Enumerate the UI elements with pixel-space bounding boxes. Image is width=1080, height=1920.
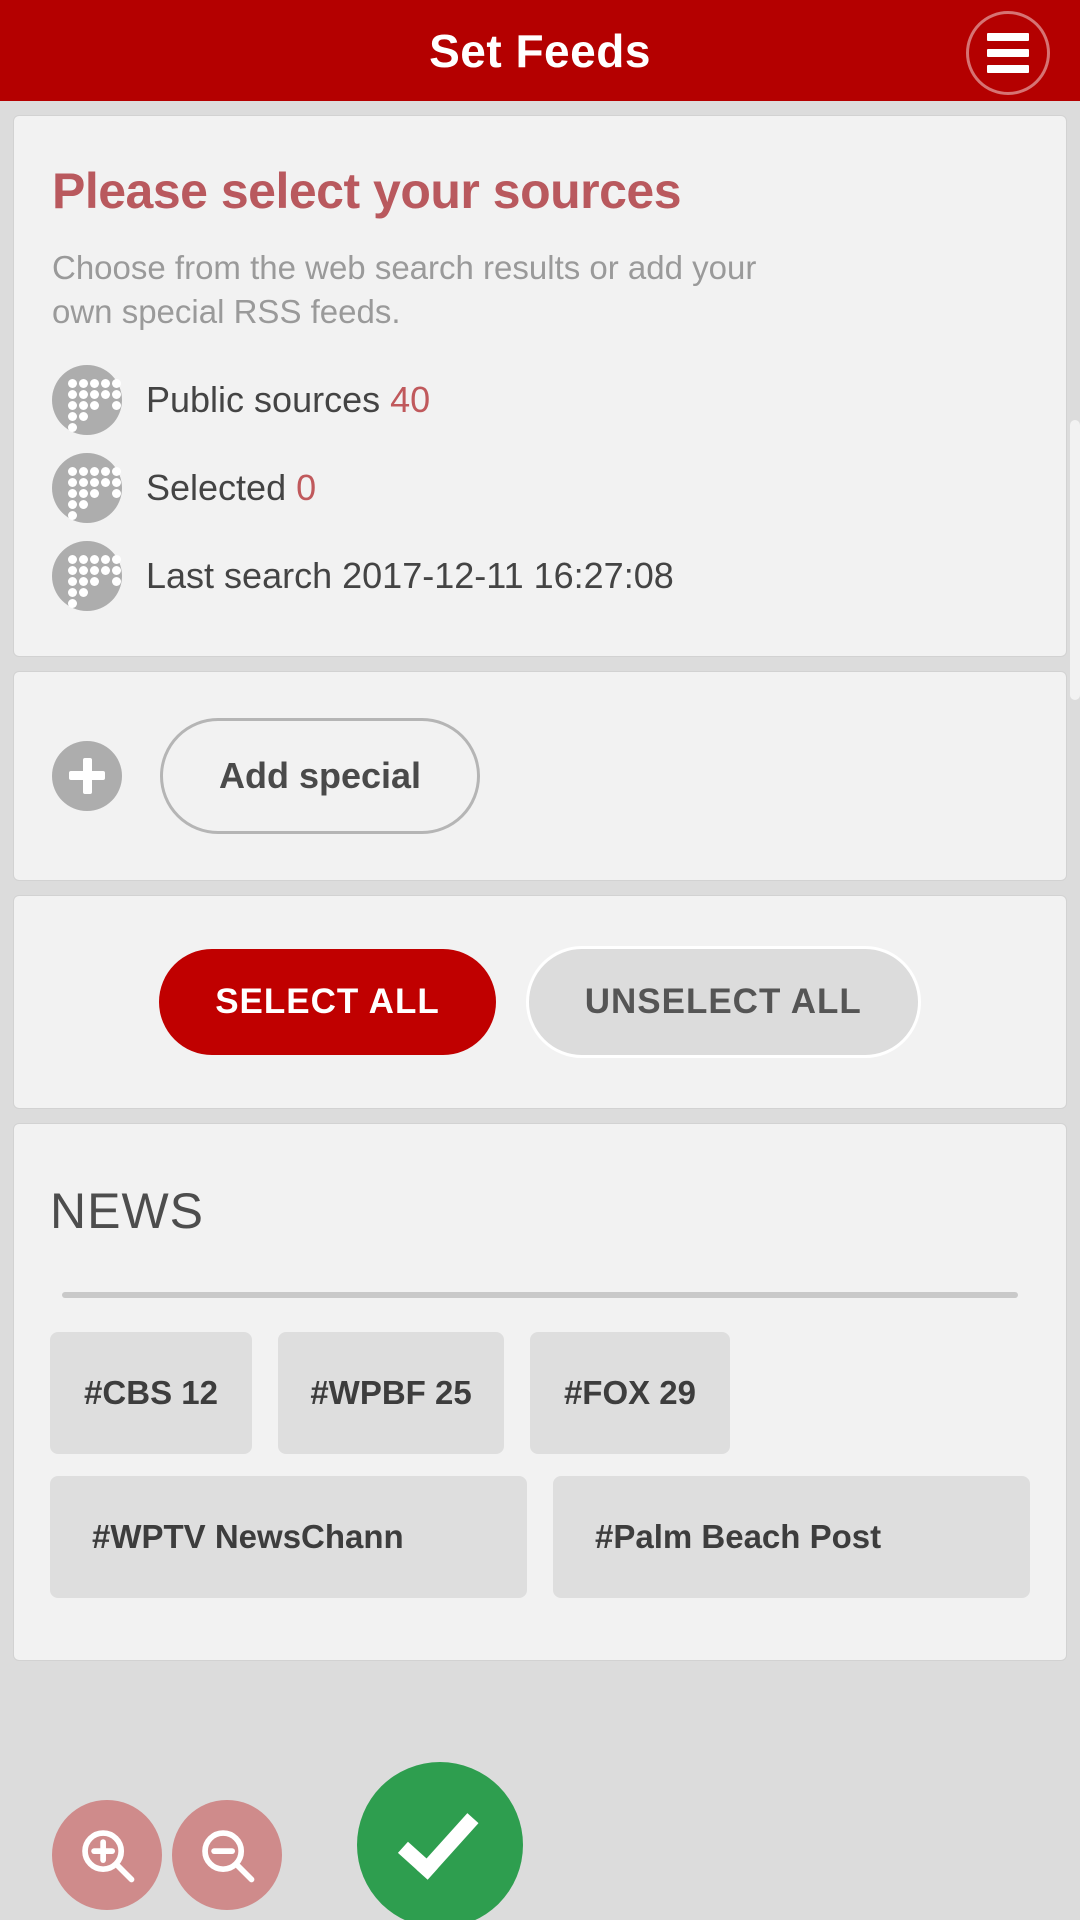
news-chip[interactable]: #CBS 12 [50, 1331, 252, 1454]
news-chip-row-1: #CBS 12 #WPBF 25 #FOX 29 [50, 1331, 1030, 1454]
sources-subtext: Choose from the web search results or ad… [52, 249, 757, 330]
section-divider [62, 1291, 1018, 1298]
dot-grid-icon [52, 452, 122, 523]
sources-card: Please select your sources Choose from t… [13, 115, 1067, 657]
info-row-label: Last search 2017-12-11 16:27:08 [146, 555, 674, 597]
news-section-title: NEWS [50, 1182, 204, 1239]
select-all-button[interactable]: SELECT ALL [159, 948, 496, 1055]
app-root: Set Feeds Please select your sources Cho… [0, 0, 1080, 1920]
menu-bar-3 [987, 65, 1029, 73]
news-chip[interactable]: #WPBF 25 [278, 1331, 504, 1454]
menu-bar-1 [987, 33, 1029, 41]
confirm-button[interactable] [357, 1762, 523, 1920]
zoom-out-magnifier-icon[interactable] [172, 1800, 282, 1910]
selected-label: Selected [146, 466, 287, 508]
info-row-public-sources[interactable]: Public sources 40 [52, 356, 1028, 444]
last-search-value: 2017-12-11 16:27:08 [342, 554, 674, 596]
page-title: Set Feeds [429, 24, 651, 77]
plus-icon[interactable] [52, 740, 122, 811]
hamburger-menu-icon[interactable] [966, 11, 1050, 95]
add-special-card: Add special [13, 670, 1067, 881]
zoom-in-magnifier-icon[interactable] [52, 1800, 162, 1910]
dot-grid-icon [52, 540, 122, 611]
info-row-label: Public sources 40 [146, 379, 430, 421]
last-search-label: Last search [146, 554, 333, 596]
news-card: NEWS #CBS 12 #WPBF 25 #FOX 29 #WPTV News… [13, 1122, 1067, 1661]
public-sources-value: 40 [390, 378, 431, 420]
sources-headline: Please select your sources [52, 163, 682, 219]
news-chip[interactable]: #Palm Beach Post [553, 1475, 1030, 1598]
checkmark-icon [397, 1796, 479, 1880]
news-chip[interactable]: #FOX 29 [530, 1331, 730, 1454]
menu-bar-2 [987, 49, 1029, 57]
unselect-all-button[interactable]: UNSELECT ALL [525, 945, 921, 1058]
app-header: Set Feeds [0, 0, 1080, 101]
scrollbar[interactable] [1070, 420, 1080, 700]
dot-grid-icon [52, 364, 122, 435]
news-chip-row-2: #WPTV NewsChann #Palm Beach Post [50, 1475, 1030, 1598]
public-sources-label: Public sources [146, 378, 381, 420]
selection-actions-card: SELECT ALL UNSELECT ALL [13, 894, 1067, 1109]
news-chip[interactable]: #WPTV NewsChann [50, 1475, 527, 1598]
info-row-selected[interactable]: Selected 0 [52, 444, 1028, 532]
info-row-label: Selected 0 [146, 467, 316, 509]
add-special-button[interactable]: Add special [160, 717, 481, 834]
info-row-last-search[interactable]: Last search 2017-12-11 16:27:08 [52, 532, 1028, 620]
selected-value: 0 [296, 466, 317, 508]
